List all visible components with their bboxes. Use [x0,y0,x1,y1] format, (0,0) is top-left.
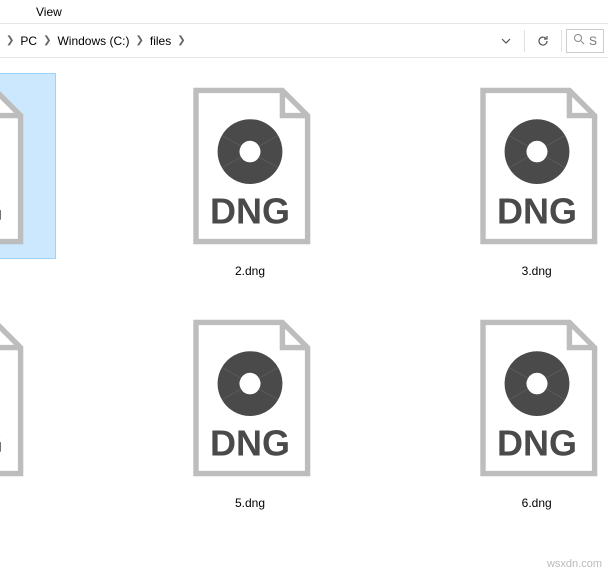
file-item[interactable]: DNG 2.dng [107,70,394,282]
file-thumbnail: DNG [445,306,608,490]
svg-text:DNG: DNG [497,423,577,464]
file-thumbnail: DNG [445,74,608,258]
file-item[interactable]: DNG [0,302,107,514]
file-label: 3.dng [522,264,552,278]
menu-view[interactable]: View [28,2,70,22]
chevron-right-icon: ❯ [41,35,53,46]
file-thumbnail: DNG [0,306,55,490]
refresh-icon [536,34,550,48]
breadcrumb-drive[interactable]: Windows (C:) [53,30,133,52]
chevron-right-icon: ❯ [4,35,16,46]
dng-file-icon: DNG [160,308,340,488]
file-pane[interactable]: DNG DNG 2.dng D [0,58,608,556]
file-label: 2.dng [235,264,265,278]
svg-text:DNG: DNG [0,423,3,464]
chevron-right-icon: ❯ [133,35,145,46]
file-item[interactable]: DNG 6.dng [393,302,608,514]
dng-file-icon: DNG [0,76,53,256]
chevron-right-icon: ❯ [175,35,187,46]
menubar: View [0,0,608,24]
divider [524,30,525,52]
search-placeholder: S [589,34,597,48]
file-thumbnail: DNG [158,74,342,258]
file-label: 5.dng [235,496,265,510]
chevron-down-icon [501,36,511,46]
search-input[interactable]: S [566,29,604,53]
file-thumbnail: DNG [0,74,55,258]
svg-text:DNG: DNG [0,191,3,232]
svg-text:DNG: DNG [497,191,577,232]
breadcrumb[interactable]: ❯ PC ❯ Windows (C:) ❯ files ❯ [0,24,492,57]
divider [561,30,562,52]
dng-file-icon: DNG [160,76,340,256]
history-dropdown-button[interactable] [494,29,518,53]
file-thumbnail: DNG [158,306,342,490]
breadcrumb-folder[interactable]: files [146,30,175,52]
file-label: 6.dng [522,496,552,510]
refresh-button[interactable] [531,29,555,53]
svg-text:DNG: DNG [210,423,290,464]
address-bar: ❯ PC ❯ Windows (C:) ❯ files ❯ S [0,24,608,58]
file-item[interactable]: DNG 3.dng [393,70,608,282]
dng-file-icon: DNG [447,76,608,256]
file-grid: DNG DNG 2.dng D [0,70,608,514]
search-icon [573,33,585,48]
svg-text:DNG: DNG [210,191,290,232]
file-item[interactable]: DNG 5.dng [107,302,394,514]
file-item[interactable]: DNG [0,70,107,282]
watermark: wsxdn.com [547,558,602,570]
dng-file-icon: DNG [447,308,608,488]
breadcrumb-pc[interactable]: PC [16,30,41,52]
dng-file-icon: DNG [0,308,53,488]
